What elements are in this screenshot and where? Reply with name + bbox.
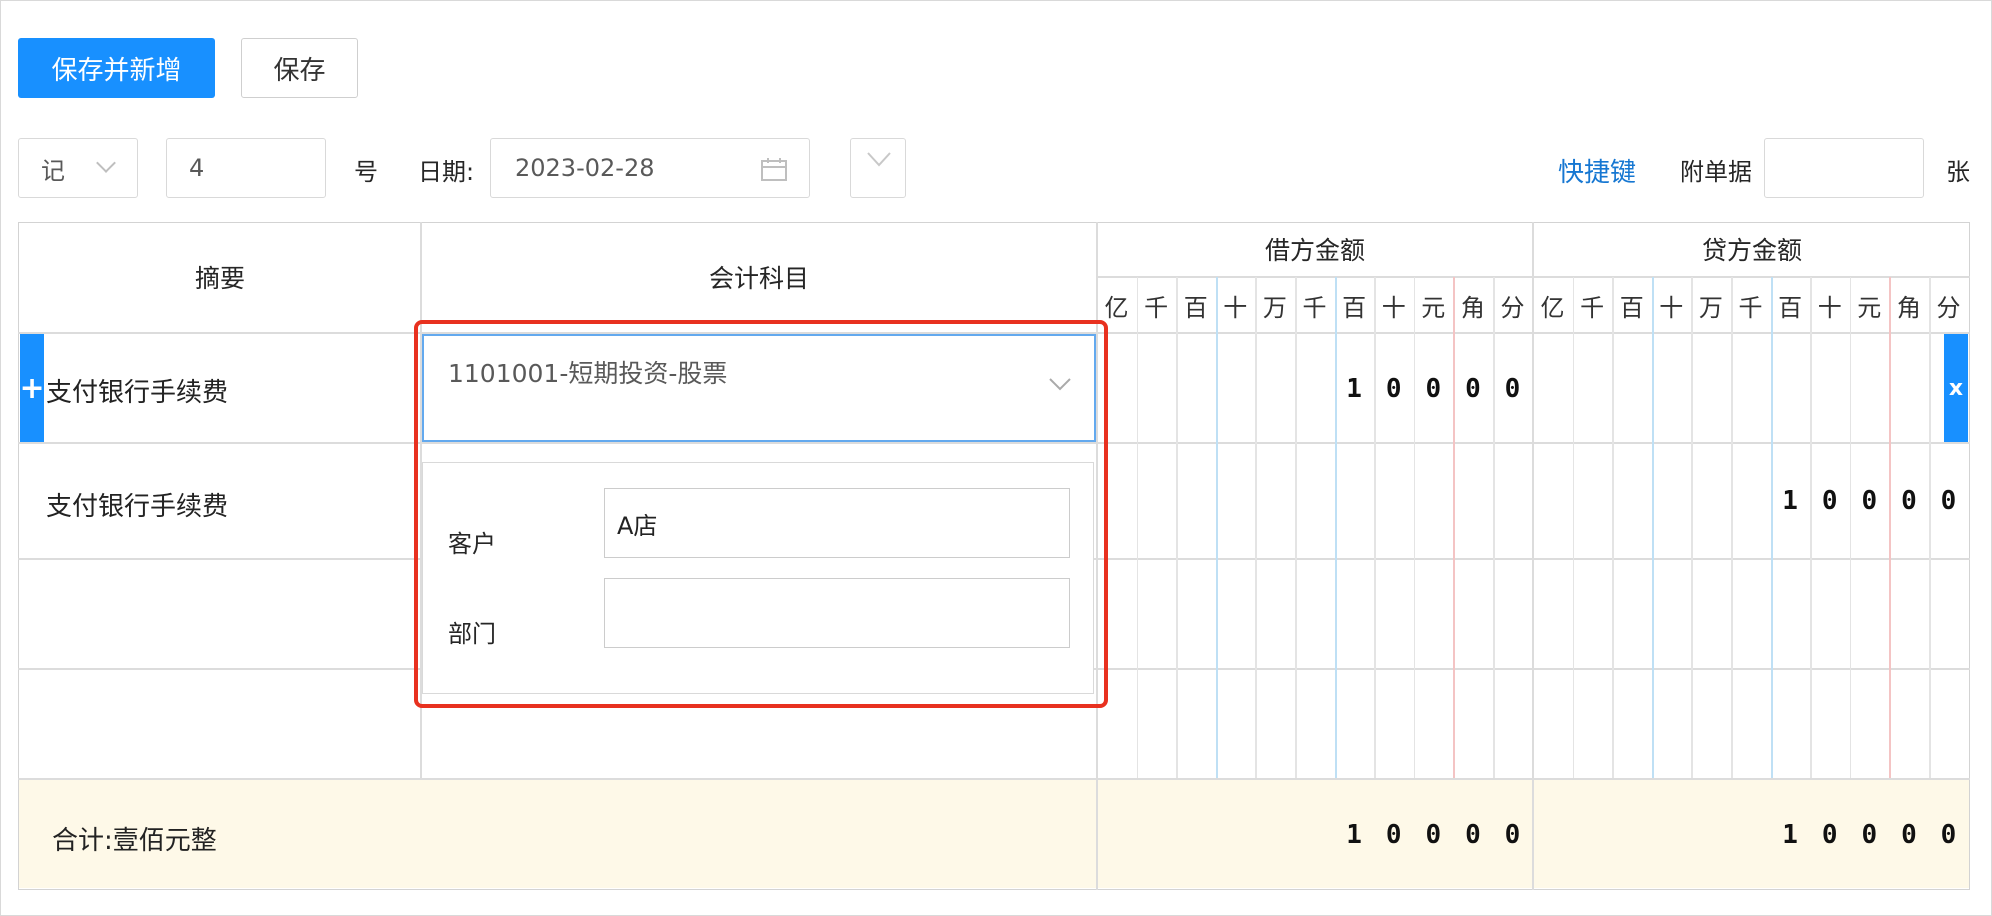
digit-gridline [1136, 277, 1139, 778]
chevron-down-icon [96, 153, 116, 173]
digit-gridline [1176, 277, 1178, 778]
voucher-number-value: 4 [189, 154, 205, 182]
total-credit-digit: 0 [1821, 820, 1838, 850]
digit-gridline [1453, 277, 1456, 778]
digit-gridline [1889, 277, 1892, 778]
credit-unit-label: 分 [1936, 294, 1961, 322]
digit-gridline [1295, 277, 1297, 778]
total-debit-digit: 0 [1385, 820, 1402, 850]
total-debit-digit: 0 [1465, 820, 1481, 850]
highlight-box [414, 320, 1108, 708]
debit-unit-label: 十 [1381, 294, 1406, 322]
row-1-debit-digit: 0 [1504, 374, 1521, 404]
row-2-credit-digit: 0 [1821, 486, 1838, 516]
digit-gridline [1334, 277, 1337, 778]
subject-column-header: 会计科目 [708, 264, 809, 293]
digit-gridline [1929, 277, 1931, 778]
credit-unit-label: 十 [1659, 294, 1684, 322]
summary-column-header: 摘要 [194, 264, 245, 293]
digit-gridline [1849, 277, 1852, 778]
attachment-label: 附单据 [1680, 158, 1752, 186]
debit-unit-label: 百 [1183, 294, 1208, 322]
total-credit-digit: 0 [1940, 820, 1957, 850]
credit-unit-label: 元 [1857, 294, 1882, 322]
debit-unit-label: 亿 [1104, 294, 1129, 322]
credit-unit-label: 亿 [1540, 294, 1565, 322]
credit-unit-label: 十 [1817, 294, 1842, 322]
debit-unit-label: 千 [1144, 294, 1169, 322]
total-amount-label: 合计:壹佰元整 [52, 826, 217, 856]
date-value: 2023-02-28 [515, 154, 655, 182]
save-button[interactable]: 保存 [241, 38, 358, 98]
digit-gridline [1651, 277, 1654, 778]
debit-unit-label: 百 [1342, 294, 1367, 322]
credit-unit-label: 千 [1738, 294, 1763, 322]
digit-gridline [1612, 277, 1614, 778]
date-label: 日期: [418, 158, 475, 186]
digit-gridline [1731, 277, 1733, 778]
debit-unit-label: 分 [1500, 294, 1525, 322]
credit-unit-label: 百 [1619, 294, 1644, 322]
debit-unit-label: 角 [1460, 294, 1485, 322]
add-row-button[interactable]: + [19, 334, 45, 442]
digit-gridline [1770, 277, 1773, 778]
row-1-debit-digit: 0 [1465, 374, 1481, 404]
total-debit-digit: 0 [1504, 820, 1521, 850]
attachment-unit-label: 张 [1946, 158, 1970, 186]
voucher-number-input[interactable]: 4 [166, 138, 326, 198]
debit-unit-label: 万 [1262, 294, 1287, 322]
credit-unit-label: 百 [1778, 294, 1803, 322]
credit-amount-header: 贷方金额 [1701, 236, 1802, 265]
voucher-type-select[interactable]: 记 [18, 138, 138, 198]
digit-gridline [1493, 277, 1495, 778]
total-debit-digit: 1 [1346, 820, 1362, 850]
credit-unit-label: 万 [1698, 294, 1723, 322]
digit-gridline [1413, 277, 1416, 778]
voucher-type-value: 记 [41, 156, 65, 185]
total-debit-digit: 0 [1425, 820, 1442, 850]
date-picker-input[interactable]: 2023-02-28 [490, 138, 810, 198]
chevron-down-icon [864, 143, 894, 173]
credit-unit-label: 千 [1580, 294, 1605, 322]
shortcut-keys-link[interactable]: 快捷键 [1558, 152, 1636, 189]
calendar-icon [761, 158, 787, 181]
row-1-debit-digit: 1 [1346, 374, 1362, 404]
row-2-credit-digit: 0 [1861, 486, 1878, 516]
debit-unit-label: 千 [1302, 294, 1327, 322]
total-credit-digit: 0 [1861, 820, 1878, 850]
digit-gridline [1374, 277, 1376, 778]
total-credit-digit: 0 [1901, 820, 1917, 850]
expand-dropdown-button[interactable] [850, 138, 906, 198]
row-2-credit-digit: 1 [1782, 486, 1798, 516]
save-and-new-button[interactable]: 保存并新增 [18, 38, 215, 98]
attachment-count-input[interactable] [1764, 138, 1924, 198]
debit-amount-header: 借方金额 [1264, 236, 1365, 265]
row-2-summary[interactable]: 支付银行手续费 [46, 486, 228, 523]
debit-unit-label: 十 [1223, 294, 1248, 322]
row-1-debit-digit: 0 [1385, 374, 1402, 404]
total-credit-digit: 1 [1782, 820, 1798, 850]
row-1-debit-digit: 0 [1425, 374, 1442, 404]
digit-gridline [1691, 277, 1693, 778]
credit-unit-label: 角 [1896, 294, 1921, 322]
digit-gridline [1572, 277, 1575, 778]
number-suffix-label: 号 [354, 158, 378, 186]
row-2-credit-digit: 0 [1901, 486, 1917, 516]
row-2-credit-digit: 0 [1940, 486, 1957, 516]
digit-gridline [1810, 277, 1812, 778]
digit-gridline [1255, 277, 1257, 778]
debit-unit-label: 元 [1421, 294, 1446, 322]
row-1-summary[interactable]: 支付银行手续费 [46, 372, 228, 409]
delete-row-button[interactable]: x [1944, 334, 1968, 442]
digit-gridline [1215, 277, 1218, 778]
